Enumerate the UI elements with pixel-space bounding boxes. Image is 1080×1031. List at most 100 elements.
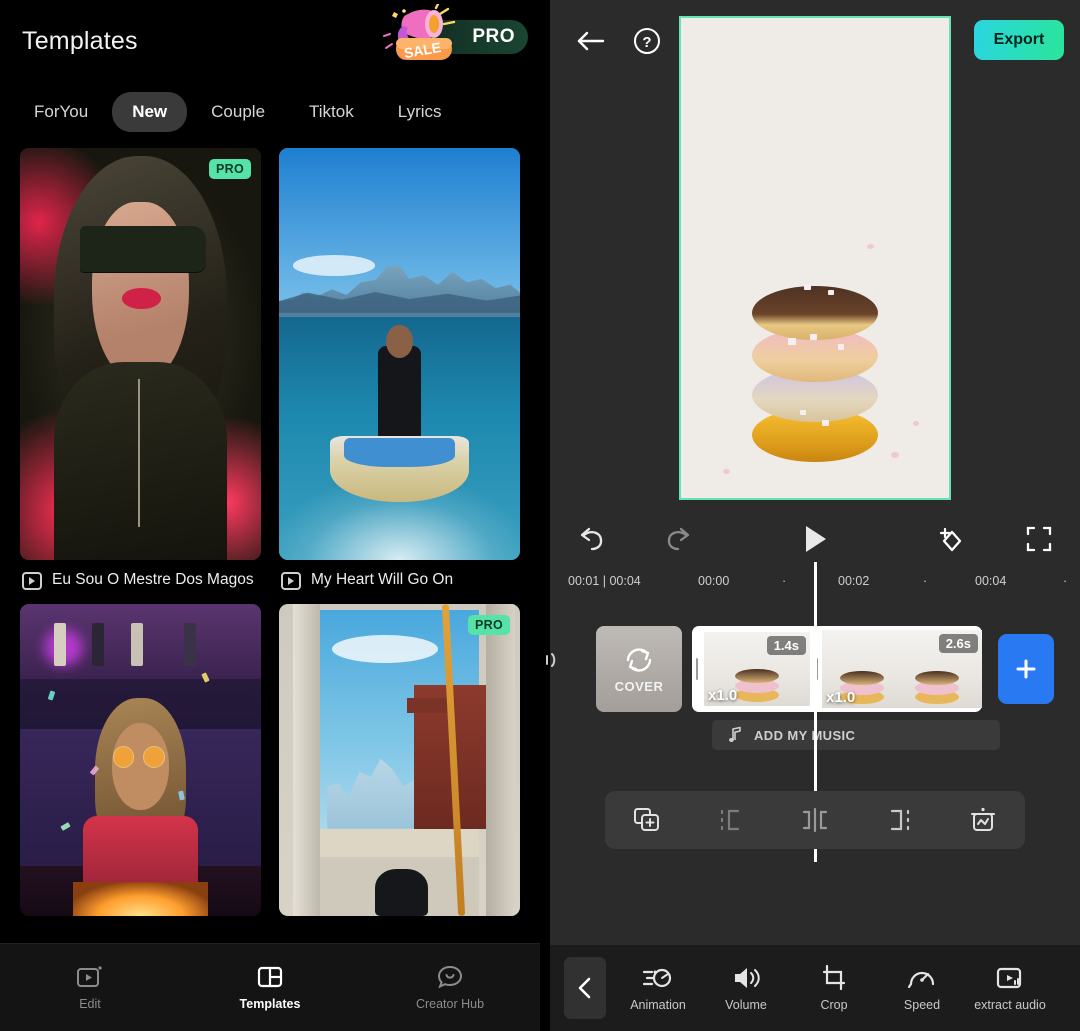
animation-icon xyxy=(642,964,674,992)
tab-couple[interactable]: Couple xyxy=(191,92,285,132)
video-play-icon xyxy=(281,572,301,590)
editor-preview-area: ? Export xyxy=(550,0,1080,508)
ruler-tick: · xyxy=(923,574,927,588)
clip-speed: x1.0 xyxy=(826,689,855,706)
template-meta: Eu Sou O Mestre Dos Magos xyxy=(20,560,261,592)
app-bottom-nav: Edit Templates Creator Hub xyxy=(0,943,540,1031)
tool-speed[interactable]: Speed xyxy=(878,964,966,1012)
trim-end-button[interactable] xyxy=(873,800,925,840)
extract-audio-icon xyxy=(994,964,1026,992)
cover-thumbnail[interactable]: COVER xyxy=(596,626,682,712)
duplicate-add-icon xyxy=(632,806,662,834)
thumbnail-art xyxy=(279,604,520,916)
timeline-clips[interactable]: COVER 1.4s x1.0 2.6s x1.0 xyxy=(596,626,1054,712)
fullscreen-button[interactable] xyxy=(1020,520,1058,558)
tool-animation[interactable]: Animation xyxy=(614,964,702,1012)
nav-item-edit[interactable]: Edit xyxy=(0,964,180,1011)
tool-label: Crop xyxy=(820,998,847,1012)
template-thumbnail[interactable] xyxy=(20,604,261,916)
pro-badge: PRO xyxy=(209,159,251,179)
pro-badge: PRO xyxy=(468,615,510,635)
add-music-label: ADD MY MUSIC xyxy=(754,728,855,743)
video-preview[interactable] xyxy=(679,16,951,500)
video-clip[interactable]: 1.4s x1.0 xyxy=(702,630,812,708)
templates-grid-icon xyxy=(256,964,284,990)
help-question-icon: ? xyxy=(632,26,662,56)
back-arrow-icon xyxy=(576,30,606,52)
tab-tiktok[interactable]: Tiktok xyxy=(289,92,374,132)
help-button[interactable]: ? xyxy=(628,22,666,60)
bottom-tool-list[interactable]: Animation Volume Crop xyxy=(606,964,1080,1012)
chevron-left-icon xyxy=(576,976,594,1000)
effects-button[interactable] xyxy=(932,520,970,558)
refresh-cover-icon xyxy=(622,645,656,675)
play-button[interactable] xyxy=(796,520,834,558)
template-card[interactable]: PRO xyxy=(279,604,520,916)
clip-speed: x1.0 xyxy=(708,687,737,704)
category-tabs[interactable]: ForYou New Couple Tiktok Lyrics xyxy=(0,82,540,142)
redo-button[interactable] xyxy=(660,520,698,558)
editor-top-controls: ? xyxy=(572,22,666,60)
clip-handle-left[interactable] xyxy=(692,630,702,708)
thumbnail-art xyxy=(20,604,261,916)
tool-crop[interactable]: Crop xyxy=(790,964,878,1012)
thumbnail-art xyxy=(20,148,261,560)
toolbar-back-button[interactable] xyxy=(564,957,606,1019)
template-title: My Heart Will Go On xyxy=(311,570,453,589)
chat-smile-icon xyxy=(436,964,464,990)
trim-start-button[interactable] xyxy=(705,800,757,840)
templates-panel: Templates PRO SALE xyxy=(0,0,540,1031)
export-button[interactable]: Export xyxy=(974,20,1064,60)
pro-label: PRO xyxy=(472,26,515,48)
tool-auto-captions[interactable]: Aut xyxy=(1054,964,1080,1012)
templates-header: Templates PRO SALE xyxy=(0,0,540,82)
cover-label: COVER xyxy=(615,679,664,694)
promo-pro-banner[interactable]: PRO SALE xyxy=(378,4,528,66)
tool-label: extract audio xyxy=(974,998,1046,1012)
clip-track[interactable]: 1.4s x1.0 2.6s x1.0 xyxy=(692,626,982,712)
nav-label: Templates xyxy=(240,997,301,1011)
copy-clip-button[interactable] xyxy=(621,800,673,840)
template-card[interactable] xyxy=(20,604,261,916)
video-editor-panel: ? Export xyxy=(550,0,1080,1031)
tool-label: Speed xyxy=(904,998,940,1012)
tab-lyrics[interactable]: Lyrics xyxy=(378,92,462,132)
volume-icon xyxy=(730,964,762,992)
nav-item-templates[interactable]: Templates xyxy=(180,964,360,1011)
template-thumbnail[interactable]: PRO xyxy=(279,604,520,916)
undo-button[interactable] xyxy=(572,520,610,558)
tab-foryou[interactable]: ForYou xyxy=(14,92,108,132)
audio-wave-icon xyxy=(544,648,564,672)
split-clip-button[interactable] xyxy=(789,800,841,840)
ruler-tick: 00:00 xyxy=(698,574,729,588)
timeline[interactable]: COVER 1.4s x1.0 2.6s x1.0 xyxy=(550,602,1080,945)
tool-volume[interactable]: Volume xyxy=(702,964,790,1012)
tool-extract-audio[interactable]: extract audio xyxy=(966,964,1054,1012)
template-thumbnail[interactable]: PRO xyxy=(20,148,261,560)
trim-right-icon xyxy=(884,806,914,834)
clip-duration: 2.6s xyxy=(939,634,978,653)
delete-icon xyxy=(968,806,998,834)
nav-label: Edit xyxy=(79,997,101,1011)
thumbnail-art xyxy=(279,148,520,560)
template-thumbnail[interactable] xyxy=(279,148,520,560)
ruler-tick: 00:04 xyxy=(975,574,1006,588)
transport-controls xyxy=(550,508,1080,570)
template-card[interactable]: PRO Eu Sou O Mestre Dos Magos xyxy=(20,148,261,592)
nav-item-creator-hub[interactable]: Creator Hub xyxy=(360,964,540,1011)
tab-new[interactable]: New xyxy=(112,92,187,132)
split-icon xyxy=(800,806,830,834)
ruler-tick: · xyxy=(782,574,786,588)
templates-grid: PRO Eu Sou O Mestre Dos Magos My Heart W… xyxy=(0,142,540,943)
video-clip[interactable]: 2.6s x1.0 xyxy=(822,630,982,708)
megaphone-sale-icon: SALE xyxy=(382,4,458,66)
add-clip-button[interactable] xyxy=(998,634,1054,704)
undo-icon xyxy=(576,525,606,553)
clip-action-bar[interactable] xyxy=(605,791,1025,849)
tool-label: Animation xyxy=(630,998,686,1012)
template-card[interactable]: My Heart Will Go On xyxy=(279,148,520,592)
donut-stack-image xyxy=(752,274,878,462)
add-music-button[interactable]: ADD MY MUSIC xyxy=(712,720,1000,750)
delete-clip-button[interactable] xyxy=(957,800,1009,840)
back-button[interactable] xyxy=(572,22,610,60)
